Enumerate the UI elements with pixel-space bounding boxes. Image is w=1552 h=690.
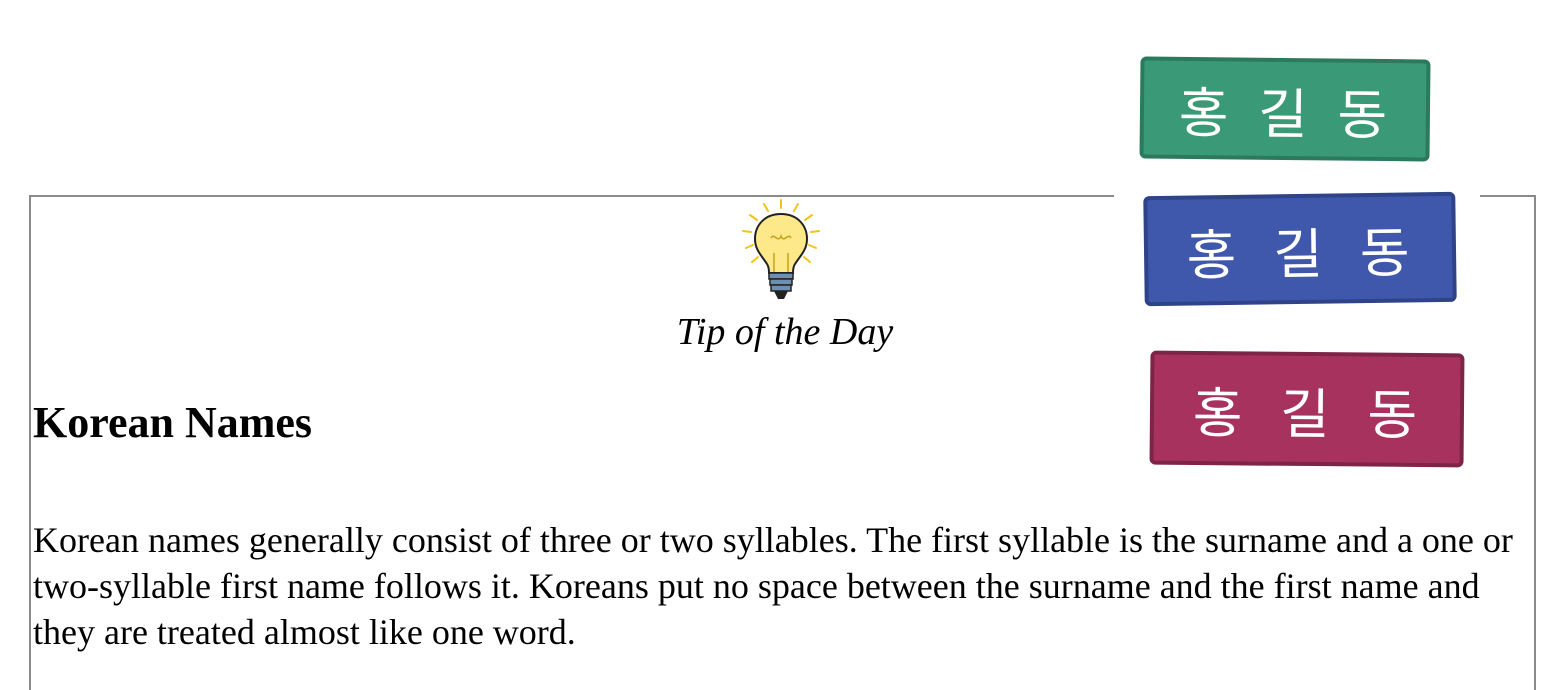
badge-syllable: 길 [1279,382,1335,446]
name-badge-blue: 홍 길 동 [1143,191,1457,307]
tip-title: Tip of the Day [676,311,894,353]
section-heading: Korean Names [33,398,313,447]
badge-syllable: 길 [1257,82,1313,146]
badge-syllable: 동 [1337,83,1392,147]
name-badge-red: 홍 길 동 [1149,350,1465,468]
badge-syllable: 홍 [1178,81,1233,145]
body-paragraph: Korean names generally consist of three … [33,520,1513,652]
badge-syllable: 동 [1367,383,1422,447]
badge-syllable: 홍 [1186,223,1241,288]
badge-syllable: 홍 [1192,381,1247,445]
badge-syllable: 길 [1272,222,1328,286]
name-badges-image: 홍 길 동 홍 길 동 홍 길 동 [1114,44,1480,482]
name-badge-green: 홍 길 동 [1139,56,1431,162]
lightbulb-icon [742,199,820,299]
badge-syllable: 동 [1359,220,1414,285]
page: Tip of the Day Korean Names Korean names… [0,0,1552,690]
